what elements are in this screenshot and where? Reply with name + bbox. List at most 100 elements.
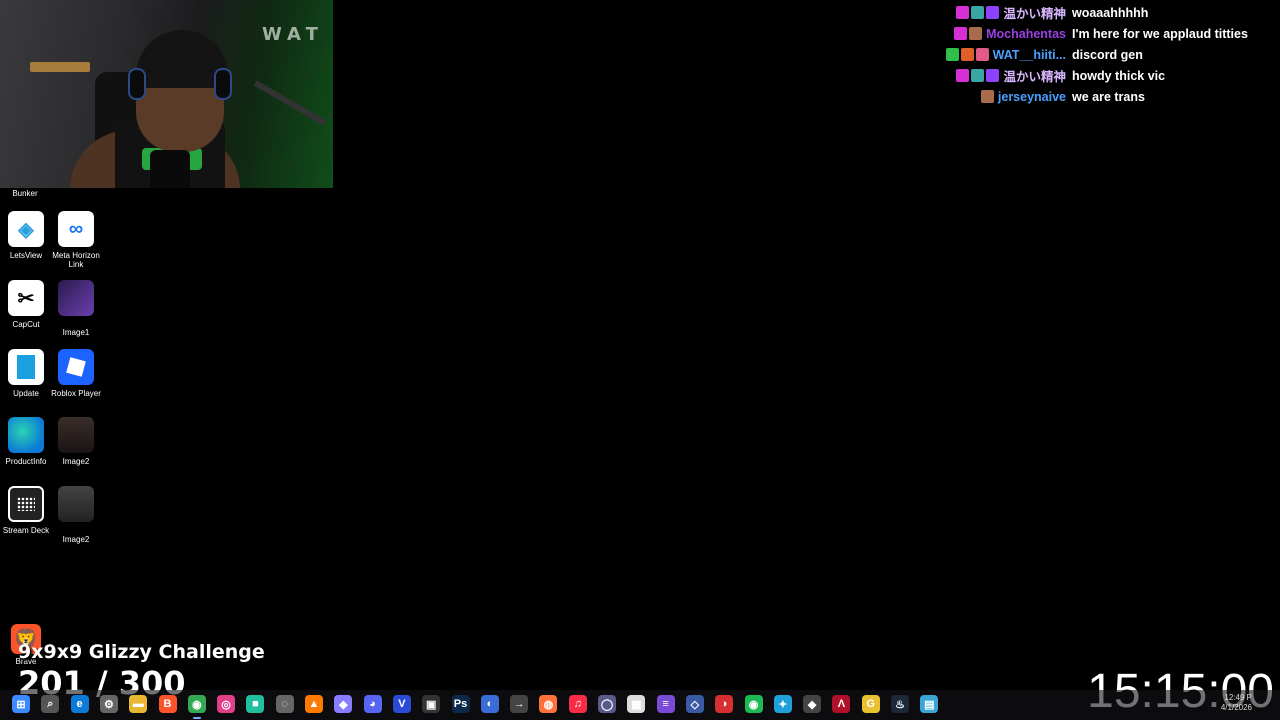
chat-badge-icon [975, 48, 989, 61]
desktop-icon-stream-deck[interactable]: Stream Deck [0, 486, 52, 535]
desktop-icon-label: LetsView [9, 251, 43, 260]
tray-clock[interactable]: 12:49 P 4/1/2026 [1212, 693, 1252, 713]
tray-date: 4/1/2026 [1220, 703, 1252, 712]
taskbar-app-diamond-icon[interactable]: ◇ [685, 695, 704, 713]
capcut-icon: ✂ [8, 280, 44, 316]
chat-badge-icon [956, 69, 970, 82]
image-thumbnail-icon [58, 486, 94, 522]
letsview-icon: ◈ [8, 211, 44, 247]
taskbar-app-orange-icon[interactable]: ▲ [305, 695, 323, 713]
taskbar-app-teal-icon[interactable]: ■ [246, 695, 265, 713]
taskbar-active-indicator [192, 717, 201, 719]
desktop-icon-label: ProductInfo [5, 457, 47, 466]
desktop-icon-update[interactable]: Update [0, 349, 52, 398]
tray-time: 12:49 P [1224, 693, 1252, 702]
taskbar-discord-icon[interactable]: ◕ [363, 695, 382, 713]
taskbar-obs-icon[interactable]: ▣ [422, 695, 441, 713]
taskbar-settings-icon[interactable]: ⚙ [99, 695, 118, 713]
taskbar-notepad-icon[interactable]: ▤ [920, 695, 939, 713]
taskbar-app-circle-icon[interactable]: ◯ [598, 695, 616, 713]
taskbar-start-icon[interactable]: ⊞ [12, 695, 30, 713]
taskbar-vegas-icon[interactable]: V [392, 695, 411, 713]
chat-username: 温かい精神 [1003, 70, 1066, 84]
meta-icon: ∞ [58, 211, 94, 247]
desktop-icon-image1[interactable]: Image1 [50, 280, 102, 337]
chat-author: jerseynaive [931, 90, 1066, 104]
webcam-feed: WAT [0, 0, 333, 188]
chat-badge-icon [960, 48, 974, 61]
taskbar: ⊞ ⌕ e ⚙ ▬ B ◉ ◎ ■ ◌ ▲ ◆ ◕ V ▣ Ps ◐ → ◍ ♫ ◯ ▦ ≡ ◇ ◑ ◉ ✦ ◆ Λ G ♨ ▤ [0, 690, 1280, 720]
taskbar-search-icon[interactable]: ⌕ [41, 695, 60, 713]
taskbar-brave-icon[interactable]: B [158, 695, 177, 713]
chat-username: 温かい精神 [1003, 7, 1066, 21]
taskbar-file-explorer-icon[interactable]: ▬ [129, 695, 148, 713]
wall-sign: WAT [262, 24, 324, 45]
desktop-icon-productinfo[interactable]: ProductInfo [0, 417, 52, 466]
challenge-title: 9x9x9 Glizzy Challenge [18, 641, 265, 663]
headphone-left [128, 68, 146, 100]
desktop-icon-label: Image1 [62, 328, 90, 337]
desktop-icon-image2[interactable]: Image2 [50, 417, 102, 466]
taskbar-edge-icon[interactable]: e [70, 695, 89, 713]
chat-badge-icon [986, 6, 1000, 19]
chat-author: WAT__hiiti... [931, 48, 1066, 62]
taskbar-app-pink-icon[interactable]: ◎ [217, 695, 236, 713]
taskbar-app-purple-icon[interactable]: ≡ [656, 695, 675, 713]
taskbar-app-yellow-icon[interactable]: G [861, 695, 880, 713]
taskbar-app-crimson-icon[interactable]: Λ [832, 695, 851, 713]
taskbar-gamepad-icon[interactable]: ◆ [334, 695, 353, 713]
chat-username: WAT__hiiti... [992, 47, 1066, 62]
chat-message: 温かい精神 howdy thick vic [928, 65, 1278, 86]
chat-badge-icon [954, 27, 968, 40]
taskbar-app-dark-icon[interactable]: ◆ [803, 695, 822, 713]
roblox-icon [58, 349, 94, 385]
taskbar-spotify-icon[interactable]: ◉ [744, 695, 763, 713]
desktop-icon-roblox-player[interactable]: Roblox Player [50, 349, 102, 398]
chat-username: Mochahentas [986, 26, 1066, 41]
chat-message: jerseynaive we are trans [928, 86, 1278, 107]
chat-badge-icon [986, 69, 1000, 82]
desktop-icon-image2-b[interactable]: Image2 [50, 486, 102, 544]
desktop-icon-label: Update [13, 389, 39, 398]
taskbar-chrome-icon[interactable]: ◉ [187, 695, 206, 713]
edge-icon [8, 417, 44, 453]
chat-badge-icon [969, 27, 983, 40]
chat-author: Mochahentas [931, 27, 1066, 41]
image-thumbnail-icon [58, 280, 94, 316]
taskbar-app-white-icon[interactable]: ▦ [627, 695, 646, 713]
light-stand [253, 80, 327, 126]
chat-overlay: 温かい精神 woaaahhhhh Mochahentas I'm here for w… [928, 2, 1278, 107]
taskbar-app-red-icon[interactable]: ◑ [715, 695, 734, 713]
chat-author: 温かい精神 [931, 3, 1066, 22]
taskbar-music-icon[interactable]: ♫ [568, 695, 587, 713]
desktop-icon-label: Stream Deck [2, 526, 50, 535]
desktop-icon-label: Image2 [62, 457, 90, 466]
taskbar-app-blue-icon[interactable]: ◐ [480, 695, 499, 713]
chat-message-text: we are trans [1072, 89, 1145, 104]
chat-message-text: woaaahhhhh [1072, 5, 1149, 20]
shelf [30, 62, 90, 72]
chat-badge-icon [980, 90, 994, 103]
taskbar-steam-icon[interactable]: ♨ [891, 695, 909, 713]
desktop-icon-label: Roblox Player [51, 389, 101, 398]
chat-message: Mochahentas I'm here for we applaud titti… [928, 23, 1278, 44]
chat-username: jerseynaive [997, 89, 1066, 104]
desktop-icon-bunker-label[interactable]: Bunker [0, 189, 50, 198]
taskbar-app-gray-icon[interactable]: ◌ [275, 695, 294, 713]
chat-badge-icon [945, 48, 959, 61]
taskbar-app-cyan-icon[interactable]: ✦ [773, 695, 792, 713]
desktop-icon-label: Image2 [62, 535, 90, 544]
taskbar-app-arrow-icon[interactable]: → [510, 695, 529, 713]
taskbar-firefox-icon[interactable]: ◍ [539, 695, 558, 713]
chat-author: 温かい精神 [931, 66, 1066, 85]
taskbar-photoshop-icon[interactable]: Ps [451, 695, 470, 713]
desktop-icon-capcut[interactable]: ✂ CapCut [0, 280, 52, 329]
headphone-right [214, 68, 232, 100]
desktop-icon-label: CapCut [12, 320, 40, 329]
desktop-icon-letsview[interactable]: ◈ LetsView [0, 211, 52, 260]
chat-message: 温かい精神 woaaahhhhh [928, 2, 1278, 23]
desktop-icon-meta-horizon-link[interactable]: ∞ Meta Horizon Link [50, 211, 102, 269]
chat-badge-icon [956, 6, 970, 19]
chat-message-text: howdy thick vic [1072, 68, 1166, 83]
stream-deck-icon [8, 486, 44, 522]
